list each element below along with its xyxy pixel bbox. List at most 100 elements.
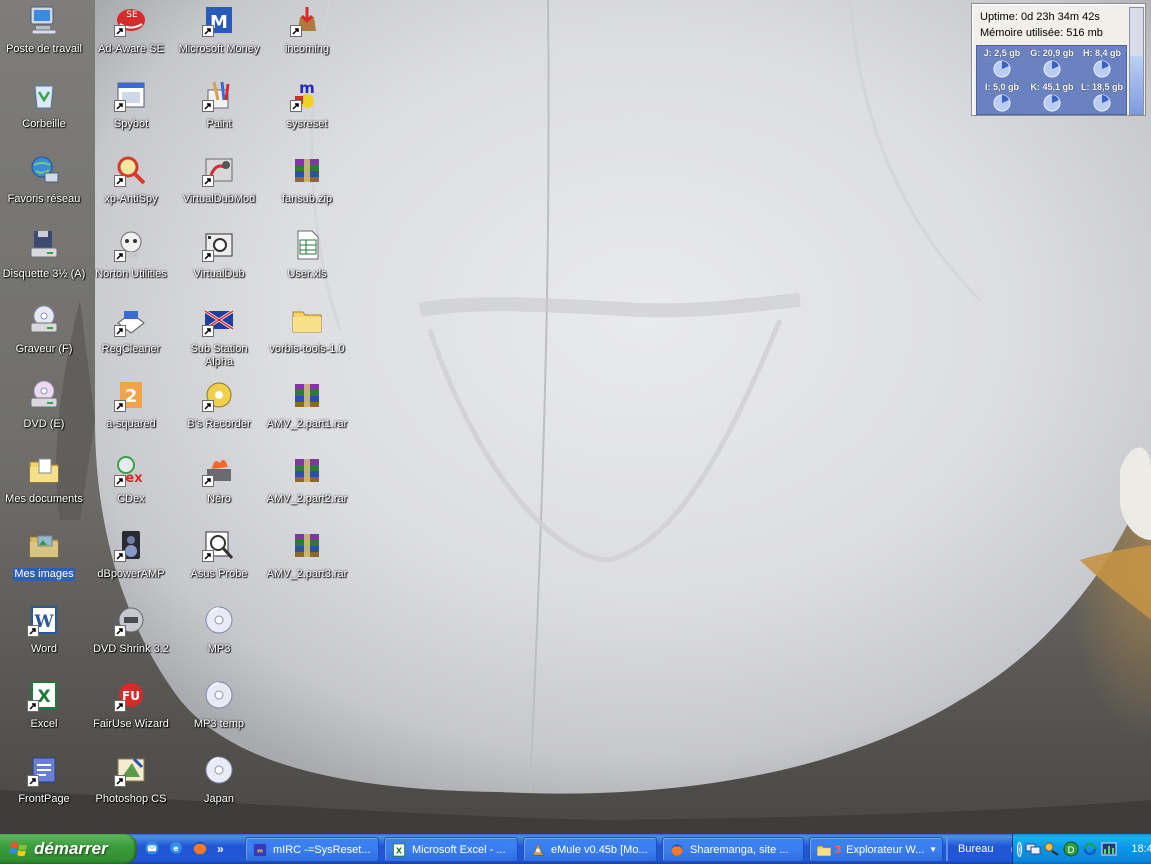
shortcut-arrow-icon: [114, 175, 126, 187]
drive-gauge-label: L: 18,5 gb: [1080, 82, 1123, 92]
desktop-icon-label: sysreset: [286, 118, 328, 130]
monitor-tray-icon[interactable]: [1101, 841, 1117, 857]
show-hidden-icons-button[interactable]: ‹: [1017, 841, 1023, 857]
quicklaunch-firefox-icon[interactable]: [191, 839, 211, 859]
network-tray-icon[interactable]: [1025, 841, 1041, 857]
floppy-drive-icon: [27, 228, 61, 262]
my-documents-icon: [27, 453, 61, 487]
desktop-icon-mp3-folder[interactable]: MP3: [176, 602, 262, 674]
virtualdubmod-icon: [202, 153, 236, 187]
desktop-icon-cdex[interactable]: ex CDex: [88, 452, 174, 524]
taskbar-button-firefox[interactable]: Sharemanga, site ...: [662, 837, 804, 862]
desktop-icon-label: incoming: [284, 43, 330, 55]
desktop-icon-japan-folder[interactable]: Japan: [176, 752, 262, 824]
desktop-icon-incoming[interactable]: incoming: [264, 2, 350, 74]
desktop-icon-excel[interactable]: X Excel: [1, 677, 87, 749]
desktop-icon-word[interactable]: W Word: [1, 602, 87, 674]
shortcut-arrow-icon: [202, 100, 214, 112]
desktop-icon-excel-file[interactable]: User.xls: [264, 227, 350, 299]
desktop-icon-label: User.xls: [287, 268, 327, 280]
taskbar-button-mirc[interactable]: m mIRC -=SysReset...: [245, 837, 379, 862]
drive-gauge: L: 18,5 gb: [1077, 80, 1127, 114]
desktop-icon-virtualdubmod[interactable]: VirtualDubMod: [176, 152, 262, 224]
taskbar-button-emule[interactable]: eMule v0.45b [Mo...: [523, 837, 657, 862]
desktop-toolbar[interactable]: Bureau ▸: [946, 837, 1022, 861]
desktop-icon-bs-recorder[interactable]: B's Recorder: [176, 377, 262, 449]
xp-antispy-icon: [114, 153, 148, 187]
memory-usage-fill: [1130, 55, 1143, 114]
folder-icon: [290, 303, 324, 337]
desktop-icon-label: DVD (E): [23, 418, 65, 430]
desktop-icon-dvd-shrink[interactable]: DVD Shrink 3.2: [88, 602, 174, 674]
recycle-bin-icon: [27, 78, 61, 112]
dvd-drive-icon: [27, 378, 61, 412]
desktop-icon-label: VirtualDub: [193, 268, 245, 280]
desktop-icon-winrar-archive[interactable]: AMV_2.part3.rar: [264, 527, 350, 599]
desktop-icon-label: Graveur (F): [15, 343, 73, 355]
desktop-icon-regcleaner[interactable]: RegCleaner: [88, 302, 174, 374]
desktop-icon-spybot[interactable]: Spybot: [88, 77, 174, 149]
clock[interactable]: 18:41: [1131, 843, 1151, 855]
desktop-icon-sub-station-alpha[interactable]: Sub Station Alpha: [176, 302, 262, 374]
desktop-icon-mp3-temp-folder[interactable]: MP3 temp: [176, 677, 262, 749]
desktop-icon-dbpoweramp[interactable]: dBpowerAMP: [88, 527, 174, 599]
desktop-icon-sysreset[interactable]: m sysreset: [264, 77, 350, 149]
taskbar-button-excel[interactable]: X Microsoft Excel - ...: [384, 837, 518, 862]
desktop-icon-my-computer[interactable]: Poste de travail: [1, 2, 87, 74]
desktop-icon-ad-aware[interactable]: SE Ad-Aware SE: [88, 2, 174, 74]
desktop-icon-nero[interactable]: Néro: [176, 452, 262, 524]
desktop-icon-folder[interactable]: vorbis-tools-1.0: [264, 302, 350, 374]
desktop-icon-fairuse-wizard[interactable]: FU FairUse Wizard: [88, 677, 174, 749]
sync-tray-icon[interactable]: [1082, 841, 1098, 857]
shortcut-arrow-icon: [114, 25, 126, 37]
desktop-icon-recycle-bin[interactable]: Corbeille: [1, 77, 87, 149]
desktop-icon-floppy-drive[interactable]: Disquette 3½ (A): [1, 227, 87, 299]
desktop[interactable]: Poste de travail Corbeille Favoris réseau D…: [0, 0, 1151, 834]
desktop-icon-frontpage[interactable]: FrontPage: [1, 752, 87, 824]
asus-probe-icon: [202, 528, 236, 562]
drive-usage-pie-icon: [1043, 94, 1061, 112]
shortcut-arrow-icon: [202, 25, 214, 37]
desktop-icon-a-squared[interactable]: 2 a-squared: [88, 377, 174, 449]
shortcut-arrow-icon: [114, 775, 126, 787]
word-icon: W: [27, 603, 61, 637]
desktop-icon-network-places[interactable]: Favoris réseau: [1, 152, 87, 224]
svg-text:D: D: [1068, 846, 1075, 856]
desktop-icon-xp-antispy[interactable]: xp-AntiSpy: [88, 152, 174, 224]
shortcut-arrow-icon: [27, 625, 39, 637]
drive-gauge: J: 2,5 gb: [977, 46, 1027, 80]
desktop-icon-my-documents[interactable]: Mes documents: [1, 452, 87, 524]
taskbar-button-label: Sharemanga, site ...: [690, 843, 789, 856]
excel-file-icon: [290, 228, 324, 262]
quicklaunch-more-button[interactable]: »: [217, 842, 229, 856]
quicklaunch-ie-icon[interactable]: e: [167, 839, 187, 859]
quicklaunch-outlook-express-icon[interactable]: [143, 839, 163, 859]
desktop-icon-winrar-archive[interactable]: fansub.zip: [264, 152, 350, 224]
drive-space-panel: J: 2,5 gb G: 20,9 gb H: 8,4 gb I: 5,0 gb K: …: [976, 45, 1127, 115]
system-monitor-widget[interactable]: Uptime: 0d 23h 34m 42s Mémoire utilisée:…: [971, 3, 1146, 116]
desktop-icon-label: CDex: [117, 493, 145, 505]
taskbar-button-label: mIRC -=SysReset...: [273, 843, 371, 856]
desktop-icon-asus-probe[interactable]: Asus Probe: [176, 527, 262, 599]
desktop-icon-winrar-archive[interactable]: AMV_2.part2.rar: [264, 452, 350, 524]
norton-utilities-icon: [114, 228, 148, 262]
antivirus-tray-icon[interactable]: D: [1063, 841, 1079, 857]
group-dropdown-icon: ▼: [929, 845, 937, 854]
sub-station-alpha-icon: [202, 303, 236, 337]
desktop-icon-my-pictures[interactable]: Mes images: [1, 527, 87, 599]
connection-tray-icon[interactable]: [1044, 841, 1060, 857]
taskbar-button-folder[interactable]: 3 Explorateur W... ▼: [809, 837, 943, 862]
paint-icon: [202, 78, 236, 112]
desktop-icon-norton-utilities[interactable]: Norton Utilities: [88, 227, 174, 299]
desktop-icon-photoshop[interactable]: Photoshop CS: [88, 752, 174, 824]
desktop-icon-dvd-drive[interactable]: DVD (E): [1, 377, 87, 449]
desktop-icon-winrar-archive[interactable]: AMV_2.part1.rar: [264, 377, 350, 449]
memory-usage-bar: [1129, 7, 1144, 115]
desktop-icon-cd-burner[interactable]: Graveur (F): [1, 302, 87, 374]
start-button[interactable]: démarrer: [0, 834, 137, 864]
desktop-icon-microsoft-money[interactable]: M Microsoft Money: [176, 2, 262, 74]
drive-usage-pie-icon: [993, 60, 1011, 78]
desktop-icon-paint[interactable]: Paint: [176, 77, 262, 149]
desktop-icon-virtualdub[interactable]: VirtualDub: [176, 227, 262, 299]
microsoft-money-icon: M: [202, 3, 236, 37]
